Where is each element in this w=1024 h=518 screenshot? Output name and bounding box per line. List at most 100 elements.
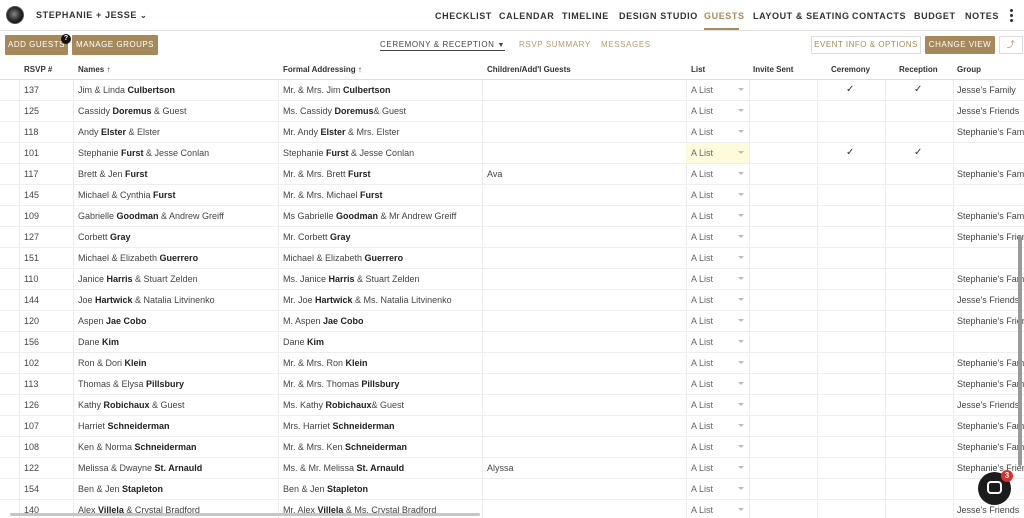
invite-sent-cell[interactable]: [753, 101, 816, 121]
formal-addressing[interactable]: Ms. & Mr. Melissa St. Arnauld: [283, 458, 481, 478]
nav-notes[interactable]: NOTES: [965, 11, 999, 21]
group-cell[interactable]: Jesse's Friends: [957, 395, 1024, 415]
formal-addressing[interactable]: Ms Gabrielle Goodman & Mr Andrew Greiff: [283, 206, 481, 226]
table-row[interactable]: 113 Thomas & Elysa Pillsbury Mr. & Mrs. Th…: [0, 374, 1024, 395]
children-guests[interactable]: [487, 122, 685, 142]
group-cell[interactable]: Stephanie's Friends: [957, 227, 1024, 247]
group-cell[interactable]: Stephanie's Family: [957, 122, 1024, 142]
ceremony-check-icon[interactable]: ✓: [846, 147, 854, 158]
formal-addressing[interactable]: Mr. & Mrs. Jim Culbertson: [283, 80, 481, 100]
guest-name[interactable]: Gabrielle Goodman & Andrew Greiff: [78, 206, 276, 226]
change-view-button[interactable]: CHANGE VIEW: [925, 36, 995, 54]
children-guests[interactable]: [487, 353, 685, 373]
guest-name[interactable]: Michael & Elizabeth Guerrero: [78, 248, 276, 268]
table-row[interactable]: 108 Ken & Norma Schneiderman Mr. & Mrs. Ke…: [0, 437, 1024, 458]
couple-switcher[interactable]: STEPHANIE + JESSE ⌄: [36, 10, 147, 20]
table-row[interactable]: 102 Ron & Dori Klein Mr. & Mrs. Ron Klein A…: [0, 353, 1024, 374]
guest-name[interactable]: Ron & Dori Klein: [78, 353, 276, 373]
guest-name[interactable]: Thomas & Elysa Pillsbury: [78, 374, 276, 394]
invite-sent-cell[interactable]: [753, 332, 816, 352]
table-row[interactable]: 120 Aspen Jae Cobo M. Aspen Jae Cobo A List…: [0, 311, 1024, 332]
children-guests[interactable]: [487, 416, 685, 436]
formal-addressing[interactable]: Mr. & Mrs. Ron Klein: [283, 353, 481, 373]
col-reception[interactable]: Reception: [899, 65, 938, 74]
guest-name[interactable]: Stephanie Furst & Jesse Conlan: [78, 143, 276, 163]
invite-sent-cell[interactable]: [753, 248, 816, 268]
formal-addressing[interactable]: Ms. Cassidy Doremus& Guest: [283, 101, 481, 121]
list-select[interactable]: A List: [686, 311, 749, 331]
invite-sent-cell[interactable]: [753, 458, 816, 478]
table-row[interactable]: 156 Dane Kim Dane Kim A List: [0, 332, 1024, 353]
col-rsvp-number[interactable]: RSVP #: [24, 65, 52, 74]
group-cell[interactable]: Stephanie's Family: [957, 206, 1024, 226]
col-list[interactable]: List: [691, 65, 705, 74]
invite-sent-cell[interactable]: [753, 227, 816, 247]
formal-addressing[interactable]: Mrs. Harriet Schneiderman: [283, 416, 481, 436]
table-row[interactable]: 109 Gabrielle Goodman & Andrew Greiff Ms G…: [0, 206, 1024, 227]
event-info-options-button[interactable]: EVENT INFO & OPTIONS: [811, 36, 921, 54]
guest-name[interactable]: Michael & Cynthia Furst: [78, 185, 276, 205]
formal-addressing[interactable]: Mr. & Mrs. Michael Furst: [283, 185, 481, 205]
couple-avatar[interactable]: [6, 6, 24, 24]
nav-timeline[interactable]: TIMELINE: [562, 11, 609, 21]
list-select[interactable]: A List: [686, 332, 749, 352]
list-select[interactable]: A List: [686, 80, 749, 100]
children-guests[interactable]: [487, 143, 685, 163]
formal-addressing[interactable]: Mr. & Mrs. Brett Furst: [283, 164, 481, 184]
formal-addressing[interactable]: Ben & Jen Stapleton: [283, 479, 481, 499]
invite-sent-cell[interactable]: [753, 437, 816, 457]
table-row[interactable]: 101 Stephanie Furst & Jesse Conlan Stephan…: [0, 143, 1024, 164]
formal-addressing[interactable]: Mr. Joe Hartwick & Ms. Natalia Litvinenk…: [283, 290, 481, 310]
view-rsvp-summary[interactable]: RSVP SUMMARY: [519, 40, 591, 49]
list-select[interactable]: A List: [686, 122, 749, 142]
list-select[interactable]: A List: [686, 437, 749, 457]
guest-name[interactable]: Corbett Gray: [78, 227, 276, 247]
group-cell[interactable]: [957, 185, 1024, 205]
children-guests[interactable]: [487, 311, 685, 331]
formal-addressing[interactable]: Ms. Janice Harris & Stuart Zelden: [283, 269, 481, 289]
group-cell[interactable]: Stephanie's Family: [957, 269, 1024, 289]
vertical-scrollbar[interactable]: [1018, 236, 1022, 466]
guest-name[interactable]: Jim & Linda Culbertson: [78, 80, 276, 100]
invite-sent-cell[interactable]: [753, 353, 816, 373]
children-guests[interactable]: [487, 248, 685, 268]
formal-addressing[interactable]: Mr. Andy Elster & Mrs. Elster: [283, 122, 481, 142]
guest-name[interactable]: Ken & Norma Schneiderman: [78, 437, 276, 457]
guest-name[interactable]: Melissa & Dwayne St. Arnauld: [78, 458, 276, 478]
children-guests[interactable]: [487, 374, 685, 394]
list-select[interactable]: A List: [686, 143, 749, 163]
list-select[interactable]: A List: [686, 416, 749, 436]
children-guests[interactable]: [487, 80, 685, 100]
children-guests[interactable]: [487, 437, 685, 457]
nav-calendar[interactable]: CALENDAR: [499, 11, 554, 21]
nav-contacts[interactable]: CONTACTS: [852, 11, 906, 21]
formal-addressing[interactable]: Ms. Kathy Robichaux& Guest: [283, 395, 481, 415]
children-guests[interactable]: [487, 269, 685, 289]
reception-check-icon[interactable]: ✓: [914, 147, 922, 158]
children-guests[interactable]: [487, 206, 685, 226]
guest-name[interactable]: Harriet Schneiderman: [78, 416, 276, 436]
nav-design-studio[interactable]: DESIGN STUDIO: [619, 11, 698, 21]
col-invite-sent[interactable]: Invite Sent: [753, 65, 793, 74]
table-row[interactable]: 107 Harriet Schneiderman Mrs. Harriet Schn…: [0, 416, 1024, 437]
nav-guests[interactable]: GUESTS: [704, 11, 745, 21]
table-row[interactable]: 145 Michael & Cynthia Furst Mr. & Mrs. Mic…: [0, 185, 1024, 206]
children-guests[interactable]: [487, 479, 685, 499]
list-select[interactable]: A List: [686, 185, 749, 205]
guest-name[interactable]: Janice Harris & Stuart Zelden: [78, 269, 276, 289]
export-icon[interactable]: ⤴: [999, 36, 1023, 54]
ceremony-check-icon[interactable]: ✓: [846, 84, 854, 95]
guest-name[interactable]: Kathy Robichaux & Guest: [78, 395, 276, 415]
col-ceremony[interactable]: Ceremony: [831, 65, 870, 74]
guest-name[interactable]: Cassidy Doremus & Guest: [78, 101, 276, 121]
invite-sent-cell[interactable]: [753, 269, 816, 289]
formal-addressing[interactable]: Mr. Corbett Gray: [283, 227, 481, 247]
list-select[interactable]: A List: [686, 374, 749, 394]
formal-addressing[interactable]: Michael & Elizabeth Guerrero: [283, 248, 481, 268]
children-guests[interactable]: [487, 185, 685, 205]
add-guests-button[interactable]: ADD GUESTS: [5, 35, 68, 55]
nav-budget[interactable]: BUDGET: [914, 11, 956, 21]
table-row[interactable]: 144 Joe Hartwick & Natalia Litvinenko Mr. …: [0, 290, 1024, 311]
invite-sent-cell[interactable]: [753, 164, 816, 184]
list-select[interactable]: A List: [686, 248, 749, 268]
